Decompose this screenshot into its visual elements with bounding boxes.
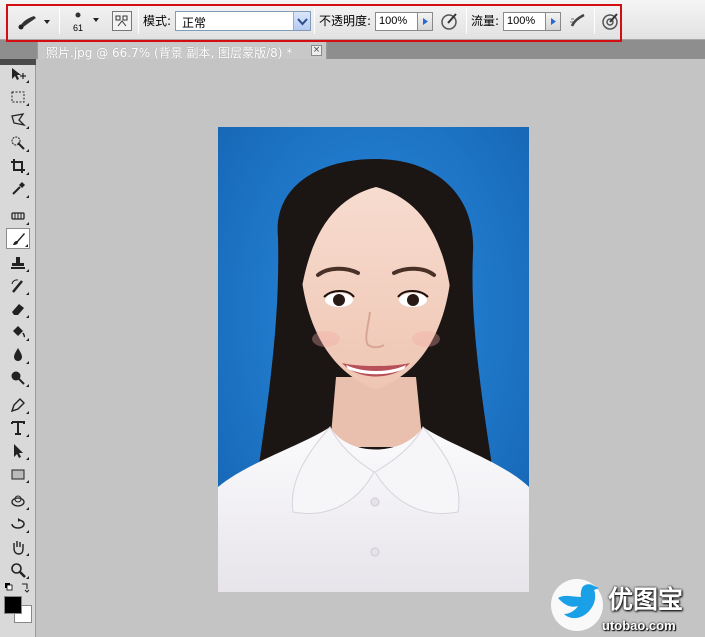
brush-tip-icon bbox=[75, 12, 99, 22]
path-selection-icon bbox=[14, 443, 23, 458]
quick-selection-icon bbox=[11, 136, 25, 150]
dodge-icon bbox=[11, 371, 25, 385]
3d-rotate-tool[interactable] bbox=[6, 490, 30, 511]
paint-bucket-icon bbox=[13, 325, 26, 338]
mode-label: 模式: bbox=[143, 14, 172, 28]
document-tab[interactable]: 照片.jpg @ 66.7% (背景 副本, 图层蒙版/8) * × bbox=[37, 41, 327, 60]
separator bbox=[466, 8, 467, 34]
type-icon bbox=[11, 420, 25, 435]
eraser-tool[interactable] bbox=[6, 298, 30, 319]
eyedropper-tool[interactable] bbox=[6, 178, 30, 199]
tablet-size-button[interactable] bbox=[599, 10, 621, 32]
history-brush-tool[interactable] bbox=[6, 275, 30, 296]
flow-slider-button[interactable] bbox=[545, 12, 561, 31]
path-selection-tool[interactable] bbox=[6, 440, 30, 461]
document-tab-bar: 照片.jpg @ 66.7% (背景 副本, 图层蒙版/8) * × bbox=[0, 40, 705, 60]
separator bbox=[59, 8, 60, 34]
healing-brush-icon bbox=[11, 211, 25, 220]
tools-panel bbox=[0, 59, 36, 637]
lasso-icon bbox=[11, 112, 26, 126]
canvas-image[interactable] bbox=[218, 127, 529, 592]
move-tool[interactable] bbox=[6, 63, 30, 84]
clone-stamp-icon bbox=[11, 256, 25, 269]
brush-icon bbox=[13, 232, 25, 245]
close-icon[interactable]: × bbox=[311, 45, 322, 56]
tool-preset-picker[interactable] bbox=[14, 10, 52, 32]
brush-size-value: 61 bbox=[73, 23, 84, 33]
clone-stamp-tool[interactable] bbox=[6, 252, 30, 273]
options-bar: 61 模式: 正常 不透明度: 100% 流量: 100% bbox=[0, 0, 705, 42]
watermark-url: utobao.com bbox=[602, 618, 676, 633]
lasso-tool[interactable] bbox=[6, 109, 30, 130]
document-tab-title: 照片.jpg @ 66.7% (背景 副本, 图层蒙版/8) * bbox=[46, 46, 293, 60]
zoom-icon bbox=[11, 562, 26, 578]
watermark: 优图宝 utobao.com bbox=[550, 578, 705, 637]
paint-bucket-tool[interactable] bbox=[6, 321, 30, 342]
separator bbox=[138, 8, 139, 34]
flow-field[interactable]: 100% bbox=[503, 12, 561, 31]
quick-selection-tool[interactable] bbox=[6, 132, 30, 153]
tablet-pressure-icon bbox=[441, 13, 457, 30]
crop-icon bbox=[11, 158, 25, 173]
brush-size-picker[interactable]: 61 bbox=[66, 8, 106, 36]
portrait-photo bbox=[218, 127, 529, 592]
swap-colors-icon[interactable] bbox=[4, 581, 32, 593]
marquee-tool[interactable] bbox=[6, 86, 30, 107]
eraser-icon bbox=[12, 303, 24, 315]
3d-orbit-icon bbox=[11, 517, 25, 529]
history-brush-icon bbox=[11, 278, 23, 293]
move-icon bbox=[12, 67, 26, 80]
brush-panel-toggle[interactable] bbox=[112, 11, 132, 31]
rectangle-icon bbox=[11, 469, 25, 479]
tablet-size-icon bbox=[602, 13, 618, 30]
brush-tool[interactable] bbox=[6, 228, 30, 249]
3d-orbit-tool[interactable] bbox=[6, 513, 30, 534]
crop-tool[interactable] bbox=[6, 155, 30, 176]
opacity-field[interactable]: 100% bbox=[375, 12, 433, 31]
separator bbox=[314, 8, 315, 34]
hand-tool[interactable] bbox=[6, 536, 30, 557]
opacity-value: 100% bbox=[379, 15, 408, 27]
rectangle-tool[interactable] bbox=[6, 463, 30, 484]
opacity-label: 不透明度: bbox=[319, 14, 372, 28]
3d-rotate-icon bbox=[11, 495, 25, 507]
pen-tool[interactable] bbox=[6, 394, 30, 415]
mode-select[interactable]: 正常 bbox=[175, 11, 311, 31]
airbrush-button[interactable] bbox=[567, 10, 589, 32]
hand-icon bbox=[13, 540, 24, 555]
pen-icon bbox=[10, 397, 25, 412]
separator bbox=[594, 8, 595, 34]
brush-panel-icon bbox=[115, 15, 128, 27]
foreground-color-swatch[interactable] bbox=[4, 596, 22, 614]
play-arrow-icon bbox=[551, 18, 556, 25]
mode-value: 正常 bbox=[182, 16, 207, 30]
airbrush-icon bbox=[570, 13, 585, 27]
marquee-icon bbox=[11, 91, 25, 102]
tablet-opacity-button[interactable] bbox=[439, 10, 461, 32]
watermark-brand: 优图宝 bbox=[608, 585, 684, 614]
healing-brush-tool[interactable] bbox=[6, 205, 30, 226]
brush-preset-icon bbox=[18, 16, 50, 30]
bird-logo-icon bbox=[551, 579, 603, 631]
type-tool[interactable] bbox=[6, 417, 30, 438]
opacity-slider-button[interactable] bbox=[417, 12, 433, 31]
flow-label: 流量: bbox=[471, 14, 500, 28]
dodge-tool[interactable] bbox=[6, 367, 30, 388]
chevron-down-icon bbox=[293, 12, 310, 30]
blur-tool[interactable] bbox=[6, 344, 30, 365]
flow-value: 100% bbox=[507, 15, 536, 27]
eyedropper-icon bbox=[12, 181, 25, 195]
blur-icon bbox=[14, 347, 22, 361]
play-arrow-icon bbox=[423, 18, 428, 25]
zoom-tool[interactable] bbox=[6, 559, 30, 580]
